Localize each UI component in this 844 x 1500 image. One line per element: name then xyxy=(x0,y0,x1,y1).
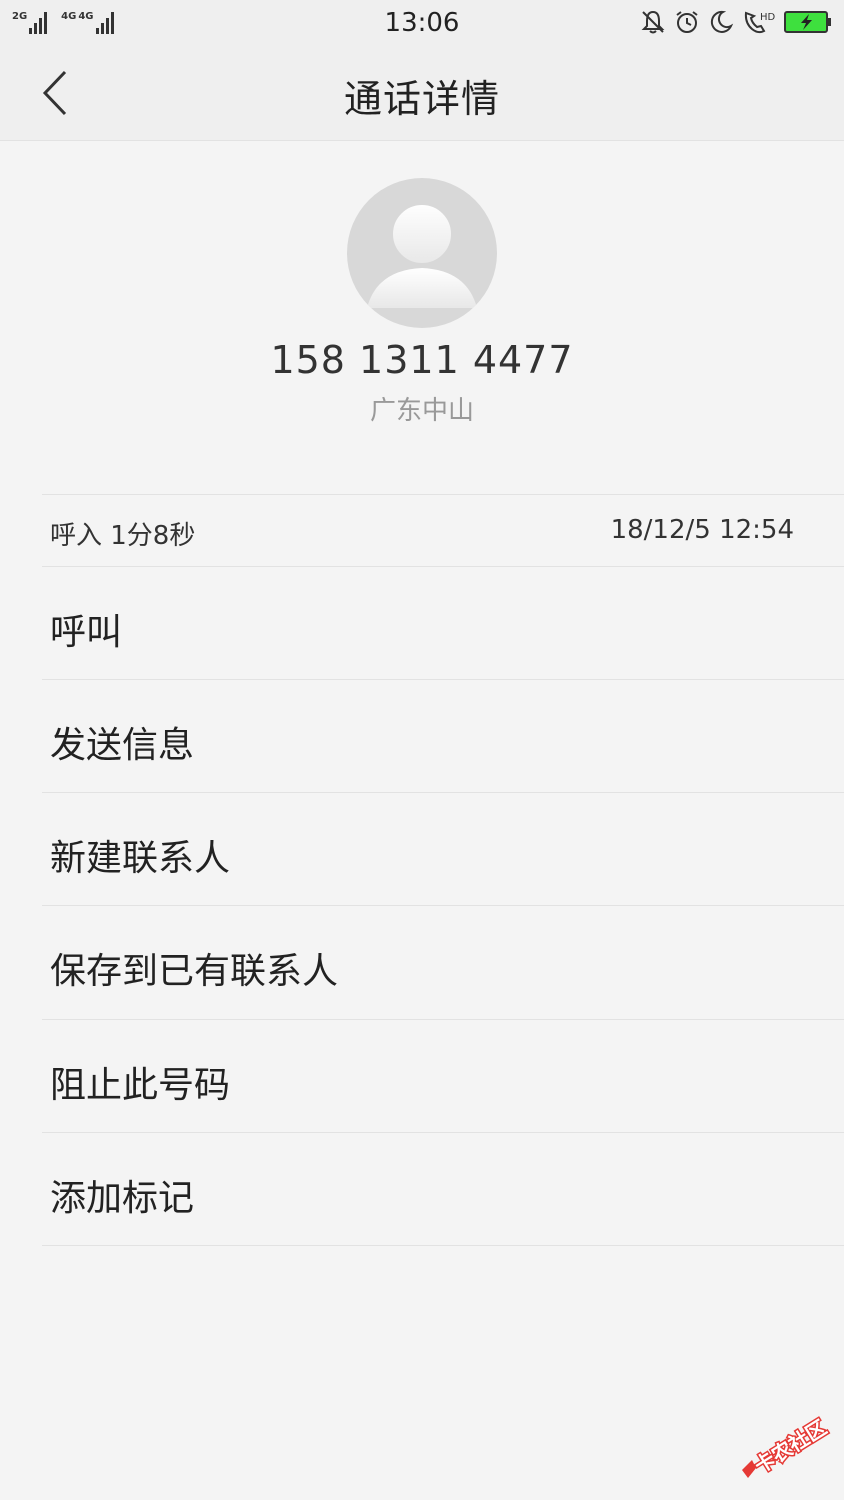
divider xyxy=(42,1245,844,1246)
call-record-row: 呼入 1分8秒 18/12/5 12:54 xyxy=(0,495,844,566)
save-to-existing-contact-label: 保存到已有联系人 xyxy=(50,951,339,992)
contact-avatar xyxy=(347,178,497,328)
call-type-duration: 呼入 1分8秒 xyxy=(50,521,196,551)
title-bar: 通话详情 xyxy=(0,46,844,141)
send-message-button[interactable]: 发送信息 xyxy=(0,680,844,792)
moon-icon xyxy=(710,10,734,33)
new-contact-button[interactable]: 新建联系人 xyxy=(0,793,844,905)
status-bar: 2G 4G 4G 13:06 HD xyxy=(0,0,844,46)
block-number-button[interactable]: 阻止此号码 xyxy=(0,1020,844,1132)
add-tag-button[interactable]: 添加标记 xyxy=(0,1133,844,1245)
svg-text:卡农社区: 卡农社区 xyxy=(750,1415,831,1478)
page-title: 通话详情 xyxy=(343,77,500,121)
call-button[interactable]: 呼叫 xyxy=(0,567,844,679)
status-icons: HD xyxy=(640,8,832,36)
phone-number: 158 1311 4477 xyxy=(270,338,574,382)
person-placeholder-icon xyxy=(367,201,477,308)
bell-mute-icon xyxy=(641,10,665,34)
call-label: 呼叫 xyxy=(50,612,123,653)
call-datetime: 18/12/5 12:54 xyxy=(610,515,794,545)
add-tag-label: 添加标记 xyxy=(50,1178,195,1219)
new-contact-label: 新建联系人 xyxy=(50,838,231,879)
hd-call-icon: HD xyxy=(744,11,776,34)
battery-charging-icon xyxy=(784,11,831,33)
save-to-existing-contact-button[interactable]: 保存到已有联系人 xyxy=(0,906,844,1018)
alarm-icon xyxy=(676,11,698,33)
send-message-label: 发送信息 xyxy=(50,725,195,766)
phone-location: 广东中山 xyxy=(369,396,474,426)
watermark-logo-icon: 卡农社区 xyxy=(742,1414,832,1479)
svg-text:HD: HD xyxy=(760,12,776,23)
block-number-label: 阻止此号码 xyxy=(50,1065,231,1106)
